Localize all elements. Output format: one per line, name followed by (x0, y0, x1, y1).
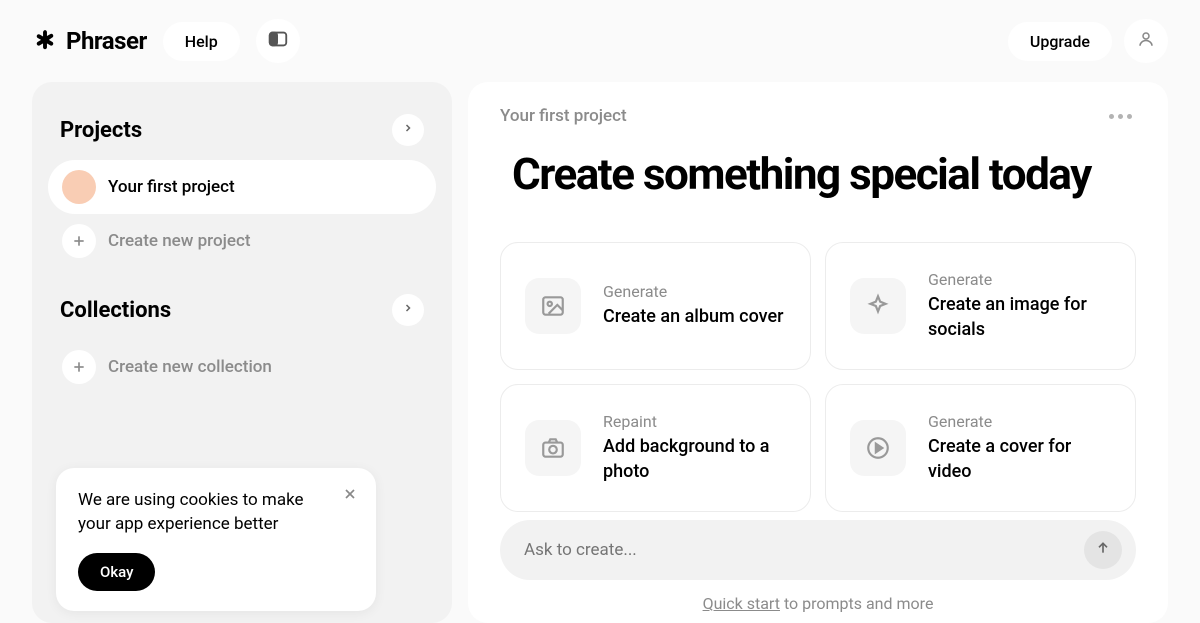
create-collection-button[interactable]: Create new collection (48, 340, 436, 394)
collections-header: Collections (48, 286, 436, 340)
project-color-dot (62, 170, 96, 204)
cookie-close-button[interactable] (338, 482, 362, 510)
dots-icon (1118, 114, 1123, 119)
dots-icon (1127, 114, 1132, 119)
sidebar-item-project[interactable]: Your first project (48, 160, 436, 214)
project-item-label: Your first project (108, 177, 235, 197)
card-title: Create a cover for video (928, 435, 1111, 484)
theme-toggle-button[interactable] (256, 19, 300, 63)
app-layout: Projects Your first project Create new p… (0, 82, 1200, 623)
create-project-label: Create new project (108, 231, 251, 251)
create-project-button[interactable]: Create new project (48, 214, 436, 268)
prompt-area: Quick start to prompts and more (500, 520, 1136, 613)
card-eyebrow: Generate (928, 270, 1111, 289)
create-collection-label: Create new collection (108, 357, 272, 377)
image-icon (525, 278, 581, 334)
footer-rest: to prompts and more (780, 594, 933, 613)
dots-icon (1109, 114, 1114, 119)
asterisk-icon (32, 28, 58, 54)
content-header: Your first project (500, 106, 1136, 126)
projects-expand-button[interactable] (392, 114, 424, 146)
app-header: Phraser Help Upgrade (0, 0, 1200, 82)
prompt-submit-button[interactable] (1084, 531, 1122, 569)
arrow-up-icon (1095, 540, 1111, 560)
chevron-right-icon (402, 122, 414, 138)
cookie-banner: We are using cookies to make your app ex… (56, 468, 376, 611)
card-body: Generate Create an album cover (603, 282, 783, 329)
account-button[interactable] (1124, 19, 1168, 63)
card-album-cover[interactable]: Generate Create an album cover (500, 242, 811, 370)
breadcrumb: Your first project (500, 106, 627, 126)
card-title: Add background to a photo (603, 435, 786, 484)
card-eyebrow: Generate (928, 412, 1111, 431)
card-title: Create an album cover (603, 305, 783, 329)
plus-icon (62, 224, 96, 258)
card-add-background[interactable]: Repaint Add background to a photo (500, 384, 811, 512)
page-title: Create something special today (512, 148, 1136, 200)
user-icon (1137, 30, 1155, 52)
sidebar: Projects Your first project Create new p… (32, 82, 452, 623)
header-left: Phraser Help (32, 19, 300, 63)
card-body: Generate Create a cover for video (928, 412, 1111, 484)
card-image-socials[interactable]: Generate Create an image for socials (825, 242, 1136, 370)
card-video-cover[interactable]: Generate Create a cover for video (825, 384, 1136, 512)
action-cards-grid: Generate Create an album cover Generate … (500, 242, 1136, 512)
card-eyebrow: Generate (603, 282, 783, 301)
projects-header: Projects (48, 106, 436, 160)
camera-icon (525, 420, 581, 476)
header-right: Upgrade (1008, 19, 1168, 63)
play-icon (850, 420, 906, 476)
collections-expand-button[interactable] (392, 294, 424, 326)
card-eyebrow: Repaint (603, 412, 786, 431)
cookie-okay-button[interactable]: Okay (78, 553, 155, 591)
collections-title: Collections (60, 298, 171, 323)
toggle-icon (267, 28, 289, 54)
projects-title: Projects (60, 118, 142, 143)
card-body: Generate Create an image for socials (928, 270, 1111, 342)
plus-icon (62, 350, 96, 384)
close-icon (342, 491, 358, 506)
main-content: Your first project Create something spec… (468, 82, 1168, 623)
cookie-text: We are using cookies to make your app ex… (78, 488, 354, 537)
sparkle-icon (850, 278, 906, 334)
card-body: Repaint Add background to a photo (603, 412, 786, 484)
chevron-right-icon (402, 302, 414, 318)
brand-logo[interactable]: Phraser (32, 27, 147, 55)
brand-name: Phraser (66, 27, 147, 55)
prompt-bar (500, 520, 1136, 580)
more-options-button[interactable] (1105, 110, 1136, 123)
quick-start-link[interactable]: Quick start (703, 594, 780, 613)
footer-hint: Quick start to prompts and more (500, 594, 1136, 613)
upgrade-button[interactable]: Upgrade (1008, 22, 1112, 61)
help-button[interactable]: Help (163, 22, 240, 61)
prompt-input[interactable] (524, 540, 1084, 560)
card-title: Create an image for socials (928, 293, 1111, 342)
